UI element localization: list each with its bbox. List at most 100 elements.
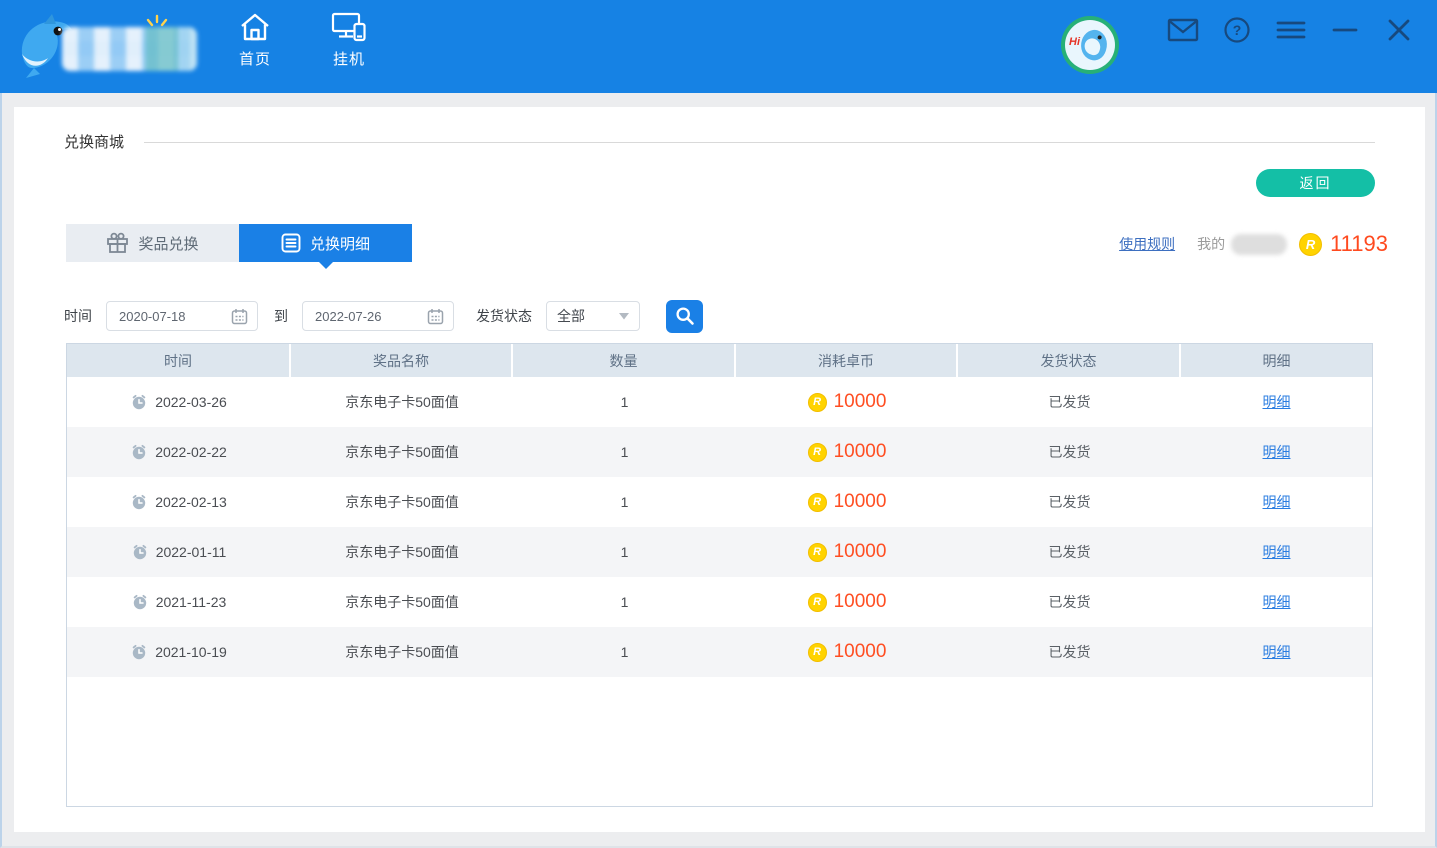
status-select-value: 全部 xyxy=(557,306,585,326)
row-cost: 10000 xyxy=(834,441,887,463)
status-filter-label: 发货状态 xyxy=(476,306,532,326)
row-time: 2022-02-13 xyxy=(155,494,227,510)
nav-item-home[interactable]: 首页 xyxy=(222,12,288,69)
row-status: 已发货 xyxy=(958,492,1181,512)
table-body: 2022-03-26 京东电子卡50面值 1 R 10000 已发货 明细 20… xyxy=(67,377,1372,677)
header-cell-prize: 奖品名称 xyxy=(291,344,513,377)
list-icon xyxy=(281,233,301,253)
to-label: 到 xyxy=(274,306,288,326)
coin-icon: R xyxy=(808,393,827,412)
row-qty: 1 xyxy=(513,644,736,660)
header-cell-status: 发货状态 xyxy=(958,344,1181,377)
search-button[interactable] xyxy=(666,300,703,333)
row-prize: 京东电子卡50面值 xyxy=(291,542,513,562)
row-qty: 1 xyxy=(513,444,736,460)
table-row: 2022-02-13 京东电子卡50面值 1 R 10000 已发货 明细 xyxy=(67,477,1372,527)
row-time: 2022-03-26 xyxy=(155,394,227,410)
coin-icon: R xyxy=(808,593,827,612)
search-icon xyxy=(675,306,695,326)
rules-link[interactable]: 使用规则 xyxy=(1119,234,1175,254)
detail-link[interactable]: 明细 xyxy=(1263,442,1291,462)
close-icon[interactable] xyxy=(1383,15,1415,45)
tabs: 奖品兑换 兑换明细 xyxy=(66,224,412,262)
gift-icon xyxy=(106,232,129,254)
nav-home-label: 首页 xyxy=(239,48,271,69)
title-divider xyxy=(144,142,1375,143)
page-title: 兑换商城 xyxy=(64,131,124,152)
row-qty: 1 xyxy=(513,594,736,610)
user-avatar[interactable]: Hi xyxy=(1061,16,1119,74)
row-time: 2022-02-22 xyxy=(155,444,227,460)
mail-icon[interactable] xyxy=(1167,15,1199,45)
coin-icon: R xyxy=(808,443,827,462)
avatar-dolphin-icon: Hi xyxy=(1065,20,1115,70)
caret-down-icon xyxy=(619,313,629,320)
row-status: 已发货 xyxy=(958,642,1181,662)
clock-icon xyxy=(131,394,147,410)
balance-label: 我的 xyxy=(1197,234,1225,254)
avatar-hi-text: Hi xyxy=(1069,36,1080,48)
table-row: 2021-11-23 京东电子卡50面值 1 R 10000 已发货 明细 xyxy=(67,577,1372,627)
header-cell-qty: 数量 xyxy=(513,344,736,377)
calendar-icon[interactable] xyxy=(427,308,444,325)
coin-icon: R xyxy=(1299,233,1322,256)
status-select[interactable]: 全部 xyxy=(546,301,640,331)
svg-text:?: ? xyxy=(1233,22,1242,38)
detail-link[interactable]: 明细 xyxy=(1263,492,1291,512)
titlebar-right: Hi ? xyxy=(1061,0,1415,93)
clock-icon xyxy=(131,644,147,660)
tab-detail-label: 兑换明细 xyxy=(310,233,370,254)
main-nav: 首页 挂机 xyxy=(222,12,382,69)
row-status: 已发货 xyxy=(958,442,1181,462)
coin-icon: R xyxy=(808,643,827,662)
table-row: 2022-02-22 京东电子卡50面值 1 R 10000 已发货 明细 xyxy=(67,427,1372,477)
detail-link[interactable]: 明细 xyxy=(1263,392,1291,412)
row-qty: 1 xyxy=(513,544,736,560)
detail-link[interactable]: 明细 xyxy=(1263,592,1291,612)
tab-prize-exchange[interactable]: 奖品兑换 xyxy=(66,224,239,262)
row-cost: 10000 xyxy=(834,491,887,513)
row-status: 已发货 xyxy=(958,592,1181,612)
row-status: 已发货 xyxy=(958,392,1181,412)
clock-icon xyxy=(132,594,148,610)
exchange-mall-panel: 兑换商城 返回 奖品兑换 xyxy=(14,107,1425,832)
row-time: 2021-11-23 xyxy=(156,594,227,610)
header-cell-cost: 消耗卓币 xyxy=(736,344,958,377)
app-name-blurred xyxy=(62,27,197,71)
filter-bar: 时间 到 xyxy=(64,301,703,331)
row-time: 2021-10-19 xyxy=(155,644,227,660)
balance-meta: 使用规则 我的 R 11193 xyxy=(1119,231,1388,257)
calendar-icon[interactable] xyxy=(231,308,248,325)
row-qty: 1 xyxy=(513,494,736,510)
row-cost: 10000 xyxy=(834,591,887,613)
time-filter-label: 时间 xyxy=(64,306,92,326)
clock-icon xyxy=(131,494,147,510)
row-qty: 1 xyxy=(513,394,736,410)
menu-icon[interactable] xyxy=(1275,15,1307,45)
clock-icon xyxy=(132,544,148,560)
minimize-icon[interactable] xyxy=(1329,15,1361,45)
nav-item-idle[interactable]: 挂机 xyxy=(316,12,382,69)
balance-value: 11193 xyxy=(1330,231,1388,257)
coin-icon: R xyxy=(808,493,827,512)
row-status: 已发货 xyxy=(958,542,1181,562)
help-icon[interactable]: ? xyxy=(1221,15,1253,45)
exchange-table: 时间 奖品名称 数量 消耗卓币 发货状态 明细 2022-03-26 京东电子卡… xyxy=(66,343,1373,807)
tab-exchange-detail[interactable]: 兑换明细 xyxy=(239,224,412,262)
coin-icon: R xyxy=(808,543,827,562)
monitor-phone-icon xyxy=(331,12,367,42)
table-header: 时间 奖品名称 数量 消耗卓币 发货状态 明细 xyxy=(67,344,1372,377)
row-cost: 10000 xyxy=(834,641,887,663)
row-prize: 京东电子卡50面值 xyxy=(291,392,513,412)
home-icon xyxy=(238,12,272,42)
detail-link[interactable]: 明细 xyxy=(1263,542,1291,562)
row-prize: 京东电子卡50面值 xyxy=(291,592,513,612)
balance-name-blurred xyxy=(1231,234,1287,255)
detail-link[interactable]: 明细 xyxy=(1263,642,1291,662)
row-time: 2022-01-11 xyxy=(156,544,227,560)
header-cell-time: 时间 xyxy=(67,344,291,377)
row-prize: 京东电子卡50面值 xyxy=(291,642,513,662)
table-row: 2022-03-26 京东电子卡50面值 1 R 10000 已发货 明细 xyxy=(67,377,1372,427)
sparkle-icon xyxy=(144,14,170,36)
back-button[interactable]: 返回 xyxy=(1256,169,1375,197)
